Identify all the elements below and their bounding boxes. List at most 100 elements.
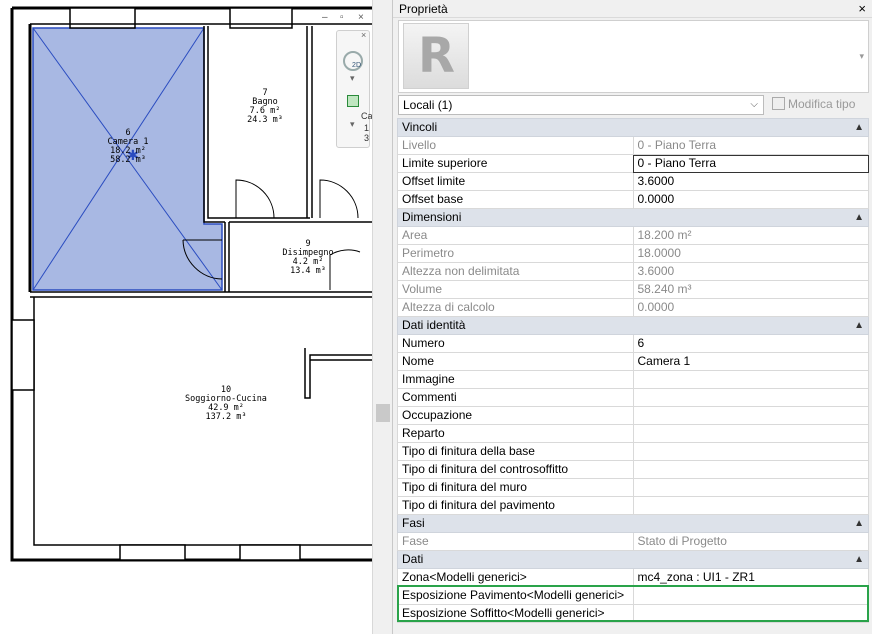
steering-wheel-2d-icon[interactable]: 2D: [343, 51, 363, 71]
property-row[interactable]: Altezza non delimitata 3.6000: [397, 262, 869, 281]
property-row[interactable]: Reparto: [397, 424, 869, 443]
palette-title: Proprietà: [399, 2, 448, 16]
property-row[interactable]: Tipo di finitura del controsoffitto: [397, 460, 869, 479]
group-header-cell[interactable]: Dati identità ▲: [397, 316, 869, 335]
type-preview[interactable]: R ▾: [398, 20, 869, 93]
room-label-disimpegno: 9 Disimpegno 4.2 m² 13.4 m³: [282, 239, 334, 276]
property-label: Perimetro: [397, 244, 634, 263]
property-row[interactable]: Livello 0 - Piano Terra: [397, 136, 869, 155]
collapse-icon[interactable]: ▲: [854, 120, 864, 136]
zoom-region-icon[interactable]: [347, 95, 359, 107]
room-label-camera-1: 6 Camera 1 18.2 m² 58.2 m³: [107, 128, 149, 165]
property-value[interactable]: [632, 478, 869, 497]
property-row[interactable]: Perimetro 18.0000: [397, 244, 869, 263]
property-value[interactable]: [632, 460, 869, 479]
group-name: Fasi: [402, 516, 425, 530]
chevron-down-icon: ⌵: [750, 99, 758, 110]
cut-label-2: 1: [364, 123, 370, 133]
group-header-cell[interactable]: Vincoli ▲: [397, 118, 869, 137]
group-header[interactable]: Dati identità ▲: [397, 316, 869, 335]
group-header-cell[interactable]: Fasi ▲: [397, 514, 869, 533]
palette-close-icon[interactable]: ×: [858, 0, 866, 18]
property-value: 18.0000: [632, 244, 869, 263]
property-row[interactable]: Immagine: [397, 370, 869, 389]
view-close-button[interactable]: ×: [358, 12, 364, 23]
group-name: Dimensioni: [402, 210, 462, 224]
nav-dropdown-2-icon[interactable]: ▾: [350, 119, 355, 130]
view-minimize-button[interactable]: –: [322, 12, 328, 23]
group-header[interactable]: Dati ▲: [397, 550, 869, 569]
property-row[interactable]: Offset limite 3.6000: [397, 172, 869, 191]
group-name: Vincoli: [402, 120, 438, 134]
nav-close-icon[interactable]: ×: [361, 30, 366, 40]
panel-splitter[interactable]: [372, 0, 392, 634]
type-dropdown-icon[interactable]: ▾: [859, 51, 864, 62]
group-header[interactable]: Fasi ▲: [397, 514, 869, 533]
property-value[interactable]: [632, 388, 869, 407]
property-value: 0 - Piano Terra: [632, 136, 869, 155]
property-value[interactable]: [632, 496, 869, 515]
property-row[interactable]: Fase Stato di Progetto: [397, 532, 869, 551]
property-label: Offset base: [397, 190, 634, 209]
property-value: 3.6000: [632, 262, 869, 281]
nav-dropdown-icon[interactable]: ▾: [350, 73, 355, 84]
property-row[interactable]: Commenti: [397, 388, 869, 407]
property-row[interactable]: Volume 58.240 m³: [397, 280, 869, 299]
instance-filter-dropdown[interactable]: Locali (1) ⌵: [398, 95, 764, 115]
property-value: Stato di Progetto: [632, 532, 869, 551]
collapse-icon[interactable]: ▲: [854, 318, 864, 334]
property-value: 0.0000: [632, 298, 869, 317]
property-value[interactable]: 6: [632, 334, 869, 353]
collapse-icon[interactable]: ▲: [854, 516, 864, 532]
highlight-box: [397, 585, 869, 622]
property-row[interactable]: Occupazione: [397, 406, 869, 425]
group-header-cell[interactable]: Dati ▲: [397, 550, 869, 569]
property-row[interactable]: Altezza di calcolo 0.0000: [397, 298, 869, 317]
property-value[interactable]: mc4_zona : UI1 - ZR1: [632, 568, 869, 587]
palette-titlebar[interactable]: Proprietà ×: [393, 0, 872, 18]
navigation-bar[interactable]: × 2D ▾ Ca 1 3 ▾: [336, 30, 372, 148]
property-row[interactable]: Limite superiore 0 - Piano Terra: [397, 154, 869, 173]
property-row[interactable]: Tipo di finitura del muro: [397, 478, 869, 497]
property-value: 18.200 m²: [632, 226, 869, 245]
property-label: Reparto: [397, 424, 634, 443]
edit-type-button[interactable]: Modifica tipo: [768, 95, 868, 115]
group-name: Dati identità: [402, 318, 466, 332]
group-header-cell[interactable]: Dimensioni ▲: [397, 208, 869, 227]
property-row[interactable]: Tipo di finitura del pavimento: [397, 496, 869, 515]
property-label: Volume: [397, 280, 634, 299]
view-restore-button[interactable]: ▫: [340, 12, 344, 23]
property-row[interactable]: Zona<Modelli generici> mc4_zona : UI1 - Z…: [397, 568, 869, 587]
property-value[interactable]: [632, 424, 869, 443]
room-label-bagno: 7 Bagno 7.6 m² 24.3 m³: [247, 88, 283, 125]
property-label: Zona<Modelli generici>: [397, 568, 634, 587]
property-value[interactable]: 0.0000: [632, 190, 869, 209]
group-header[interactable]: Vincoli ▲: [397, 118, 869, 137]
property-row[interactable]: Tipo di finitura della base: [397, 442, 869, 461]
property-value[interactable]: 3.6000: [632, 172, 869, 191]
property-row[interactable]: Offset base 0.0000: [397, 190, 869, 209]
property-label: Tipo di finitura del pavimento: [397, 496, 634, 515]
cut-label-3: 3: [364, 133, 370, 143]
property-label: Tipo di finitura della base: [397, 442, 634, 461]
drawing-canvas[interactable]: ✱ 6 Camera 1 18.2 m² 58.2 m³ 7 Bagno 7.6 m² 24…: [0, 0, 372, 634]
property-label: Occupazione: [397, 406, 634, 425]
floor-plan[interactable]: ✱: [0, 0, 372, 634]
property-row[interactable]: Numero 6: [397, 334, 869, 353]
collapse-icon[interactable]: ▲: [854, 210, 864, 226]
property-label: Tipo di finitura del controsoffitto: [397, 460, 634, 479]
collapse-icon[interactable]: ▲: [854, 552, 864, 568]
property-value[interactable]: [632, 406, 869, 425]
property-value[interactable]: 0 - Piano Terra: [632, 154, 869, 173]
property-row[interactable]: Nome Camera 1: [397, 352, 869, 371]
group-header[interactable]: Dimensioni ▲: [397, 208, 869, 227]
property-label: Tipo di finitura del muro: [397, 478, 634, 497]
property-value[interactable]: [632, 370, 869, 389]
property-value: 58.240 m³: [632, 280, 869, 299]
group-name: Dati: [402, 552, 424, 566]
property-label: Altezza non delimitata: [397, 262, 634, 281]
splitter-grip[interactable]: [376, 404, 390, 422]
property-value[interactable]: Camera 1: [632, 352, 869, 371]
property-value[interactable]: [632, 442, 869, 461]
property-row[interactable]: Area 18.200 m²: [397, 226, 869, 245]
